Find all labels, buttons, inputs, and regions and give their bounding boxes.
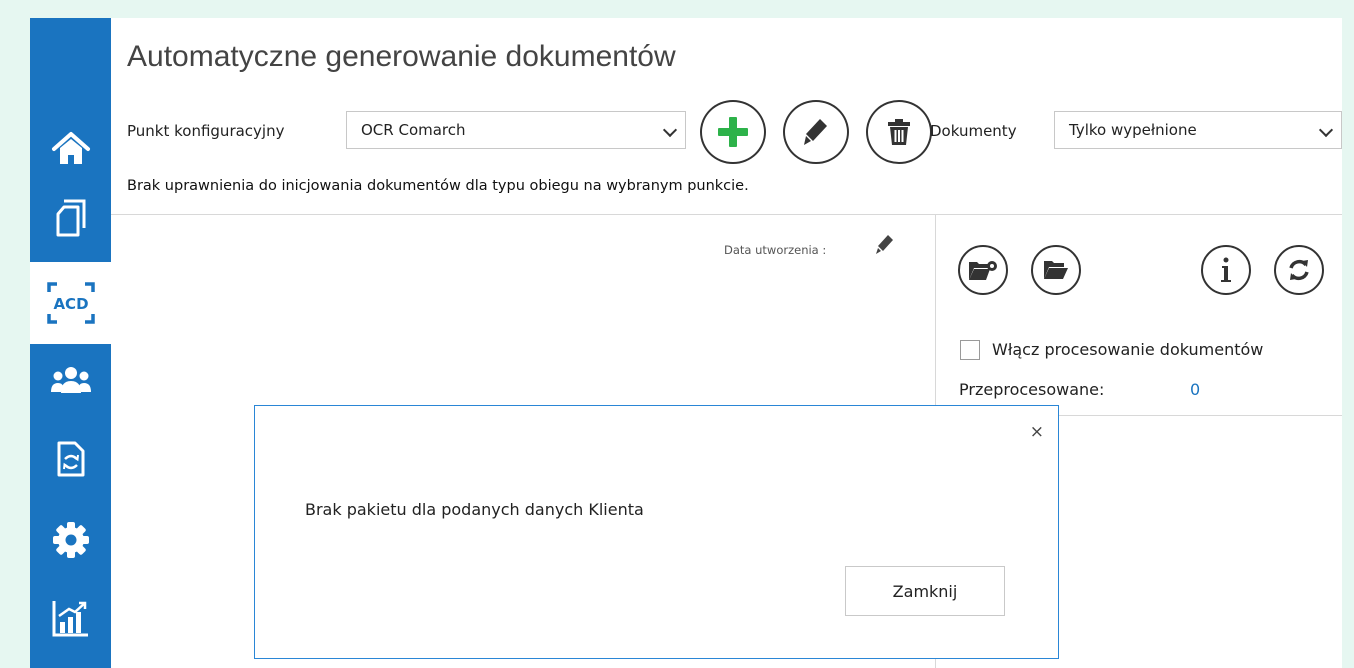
- gear-icon: [52, 522, 89, 558]
- config-point-select[interactable]: OCR Comarch: [346, 111, 686, 149]
- config-point-value: OCR Comarch: [361, 121, 466, 139]
- created-date-label: Data utworzenia :: [724, 243, 827, 257]
- sidebar-item-users[interactable]: [30, 346, 111, 414]
- sidebar-item-acd[interactable]: ACD: [30, 262, 111, 344]
- refresh-icon: [1289, 259, 1309, 281]
- page-title: Automatyczne generowanie dokumentów: [127, 40, 676, 73]
- add-button[interactable]: [700, 100, 766, 164]
- home-icon: [51, 132, 90, 164]
- documents-value: Tylko wypełnione: [1069, 121, 1197, 139]
- folder-open-icon: [1044, 261, 1068, 279]
- documents-select[interactable]: Tylko wypełnione: [1054, 111, 1342, 149]
- sidebar-item-documents[interactable]: [30, 184, 111, 252]
- acd-label: ACD: [53, 295, 88, 313]
- header-divider: [111, 214, 1342, 215]
- enable-processing-label: Włącz procesowanie dokumentów: [992, 340, 1264, 359]
- refresh-button[interactable]: [1274, 245, 1324, 295]
- pencil-icon: [804, 119, 827, 145]
- open-folder-button[interactable]: [1031, 245, 1081, 295]
- pencil-icon[interactable]: [876, 234, 894, 256]
- chevron-down-icon: [1318, 122, 1334, 138]
- users-icon: [50, 367, 91, 393]
- sidebar-item-document-flow[interactable]: [30, 425, 111, 493]
- dialog-message: Brak pakietu dla podanych danych Klienta: [305, 500, 644, 519]
- trash-icon: [888, 119, 910, 145]
- info-icon: [1221, 257, 1231, 282]
- message-dialog: × Brak pakietu dla podanych danych Klien…: [254, 405, 1059, 659]
- sidebar: ACD: [30, 18, 111, 668]
- folder-settings-button[interactable]: [958, 245, 1008, 295]
- sidebar-item-home[interactable]: [30, 115, 111, 183]
- folder-gear-icon: [969, 261, 997, 280]
- acd-scan-icon: ACD: [46, 282, 95, 324]
- delete-button[interactable]: [866, 100, 932, 164]
- chart-icon: [52, 601, 88, 637]
- app-window: ACD Automatyczne generowanie dokumentów …: [30, 18, 1342, 668]
- info-button[interactable]: [1201, 245, 1251, 295]
- chevron-down-icon: [662, 122, 678, 138]
- documents-icon: [56, 199, 85, 237]
- edit-button[interactable]: [783, 100, 849, 164]
- document-sync-icon: [57, 441, 84, 477]
- enable-processing-checkbox[interactable]: [960, 340, 980, 360]
- plus-icon: [718, 117, 748, 147]
- close-icon[interactable]: ×: [1030, 424, 1044, 441]
- close-button[interactable]: Zamknij: [845, 566, 1005, 616]
- permission-warning: Brak uprawnienia do inicjowania dokument…: [127, 178, 749, 194]
- config-point-label: Punkt konfiguracyjny: [127, 122, 285, 140]
- sidebar-item-reports[interactable]: [30, 584, 111, 652]
- documents-label: Dokumenty: [930, 122, 1017, 140]
- processed-label: Przeprocesowane:: [959, 380, 1105, 399]
- processed-count: 0: [1190, 380, 1201, 399]
- sidebar-item-settings[interactable]: [30, 506, 111, 574]
